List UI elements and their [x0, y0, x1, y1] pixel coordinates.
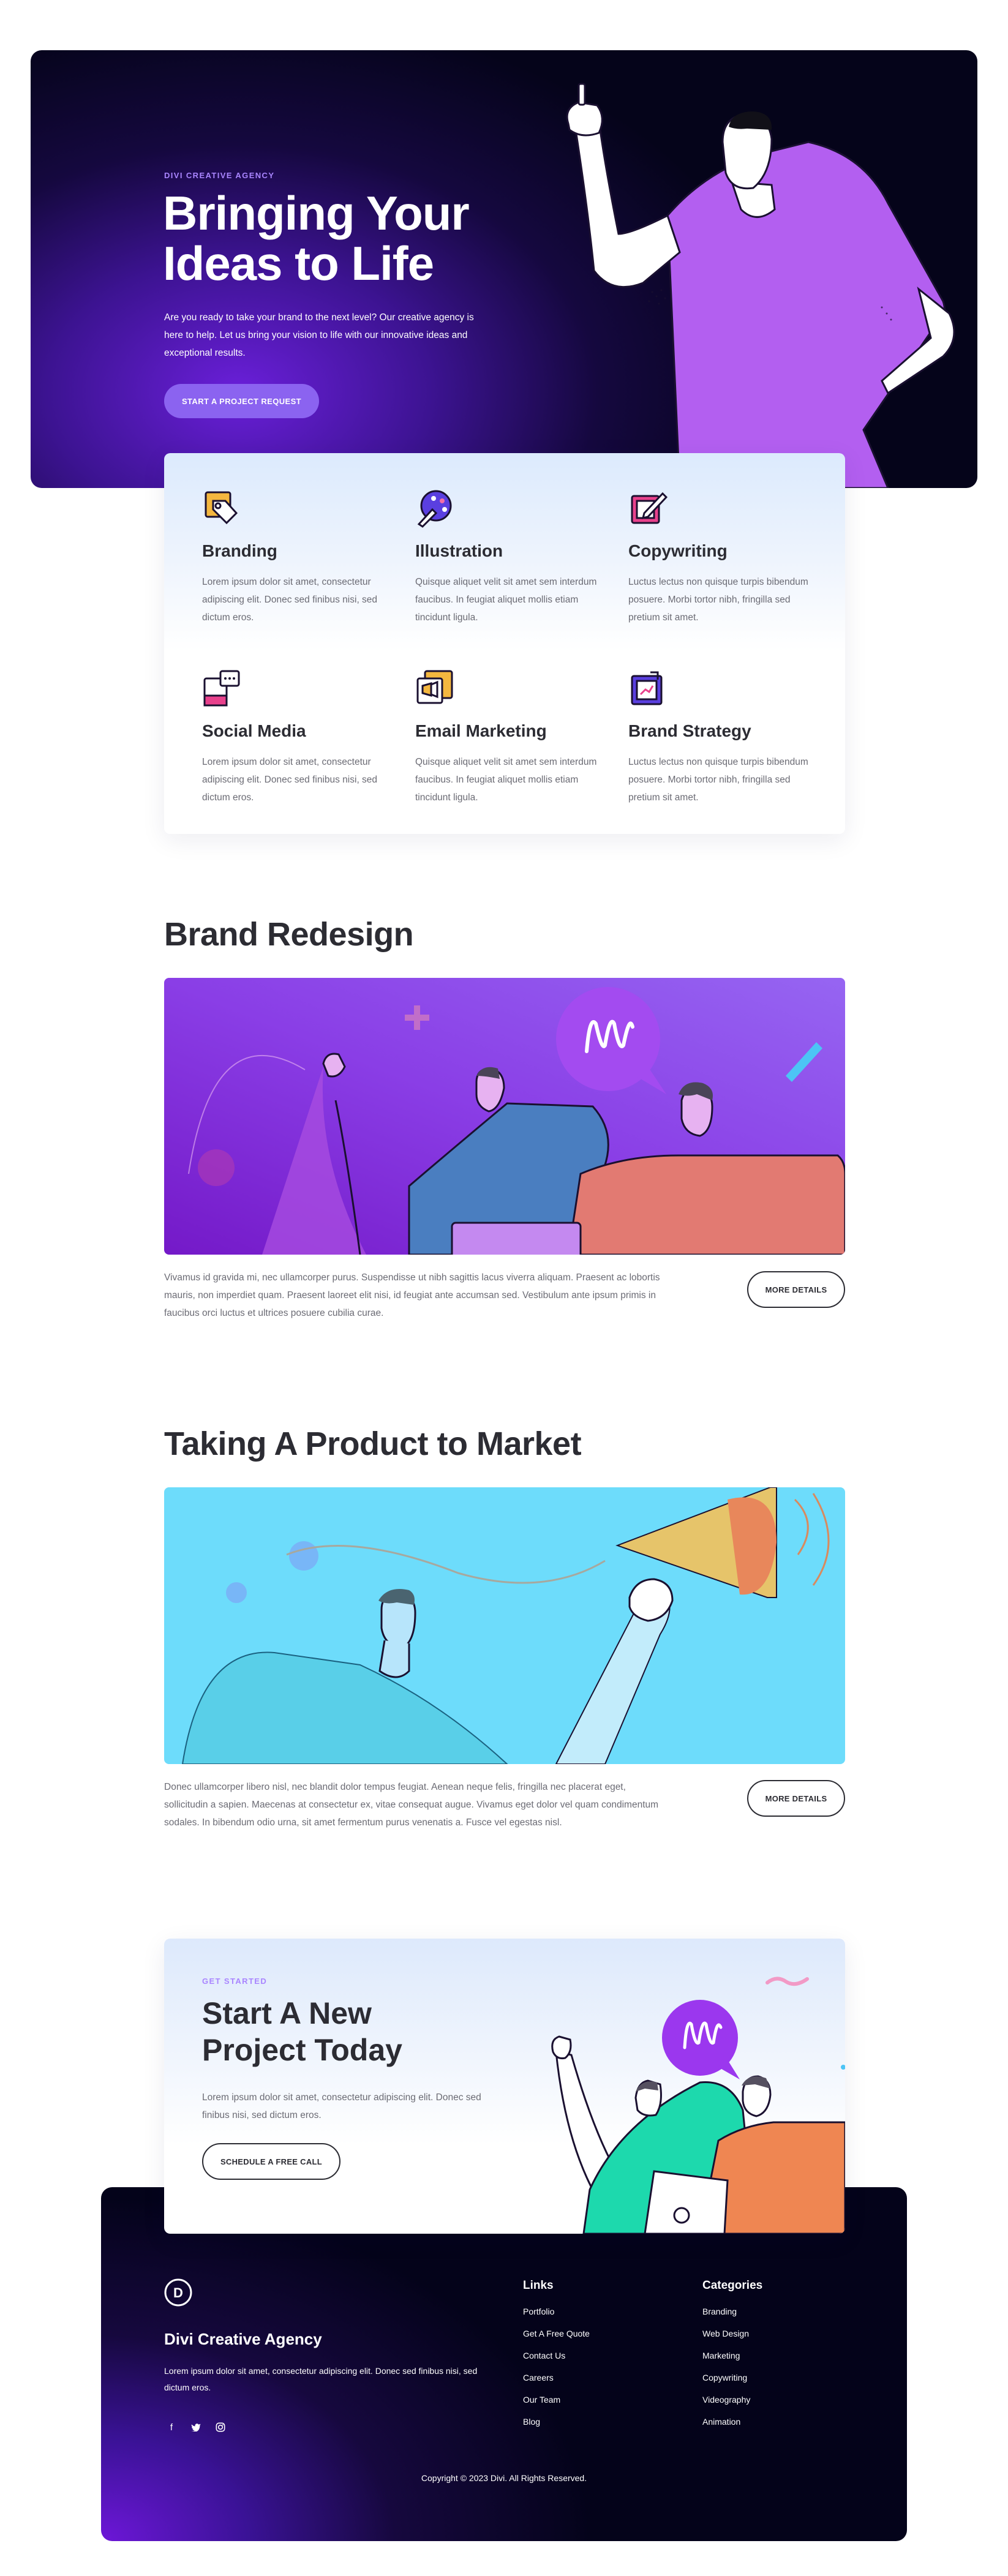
hero-text: Are you ready to take your brand to the … [164, 312, 474, 358]
cta-illustration [551, 1977, 845, 2234]
cta-title: Start A New Project Today [202, 1996, 402, 2067]
instagram-icon[interactable] [211, 2418, 230, 2436]
service-title: Social Media [202, 721, 306, 740]
service-title: Brand Strategy [628, 721, 751, 740]
product-market-image [164, 1487, 845, 1764]
edit-icon [631, 492, 668, 524]
service-brand-strategy: Brand Strategy Luctus lectus non quisque… [628, 669, 824, 806]
service-title: Illustration [415, 541, 503, 560]
copyright-text: Copyright © 2023 Divi. All Rights Reserv… [421, 2473, 587, 2483]
schedule-call-button[interactable]: SCHEDULE A FREE CALL [202, 2143, 340, 2180]
svg-text:D: D [173, 2285, 183, 2300]
service-title: Email Marketing [415, 721, 547, 740]
facebook-icon[interactable]: f [162, 2418, 181, 2436]
branding-icon [205, 491, 238, 525]
footer-category-copywriting[interactable]: Copywriting [702, 2373, 747, 2383]
service-desc: Quisque aliquet velit sit amet sem inter… [415, 577, 597, 623]
footer-link-blog[interactable]: Blog [523, 2417, 540, 2427]
strategy-icon [631, 671, 663, 705]
footer-category-videography[interactable]: Videography [702, 2395, 750, 2405]
services-card: Branding Lorem ipsum dolor sit amet, con… [164, 453, 845, 834]
hero-eyebrow: DIVI CREATIVE AGENCY [164, 171, 275, 180]
service-desc: Luctus lectus non quisque turpis bibendu… [628, 757, 808, 803]
service-branding: Branding Lorem ipsum dolor sit amet, con… [202, 489, 398, 626]
service-copywriting: Copywriting Luctus lectus non quisque tu… [628, 489, 824, 626]
cta-text: Lorem ipsum dolor sit amet, consectetur … [202, 2092, 481, 2120]
twitter-icon[interactable] [187, 2418, 205, 2436]
footer-category-branding[interactable]: Branding [702, 2307, 737, 2316]
footer-link-contact[interactable]: Contact Us [523, 2351, 565, 2360]
hero-section: DIVI CREATIVE AGENCY Bringing Your Ideas… [31, 50, 977, 488]
brand-redesign-image [164, 978, 845, 1255]
service-desc: Lorem ipsum dolor sit amet, consectetur … [202, 757, 378, 803]
start-project-button[interactable]: START A PROJECT REQUEST [164, 384, 319, 418]
project-description: Donec ullamcorper libero nisl, nec bland… [164, 1782, 659, 1828]
footer-description: Lorem ipsum dolor sit amet, consectetur … [164, 2366, 478, 2392]
service-desc: Quisque aliquet velit sit amet sem inter… [415, 757, 597, 803]
social-media-icon [203, 670, 240, 707]
service-desc: Luctus lectus non quisque turpis bibendu… [628, 577, 808, 623]
footer-category-animation[interactable]: Animation [702, 2417, 740, 2427]
footer-links-title: Links [523, 2279, 554, 2292]
palette-icon [417, 490, 452, 528]
service-title: Branding [202, 541, 277, 560]
service-social-media: Social Media Lorem ipsum dolor sit amet,… [202, 669, 398, 806]
divi-logo-icon: D [164, 2278, 192, 2307]
footer-categories-title: Categories [702, 2279, 763, 2292]
project-description: Vivamus id gravida mi, nec ullamcorper p… [164, 1272, 660, 1318]
project-title: Taking A Product to Market [164, 1425, 582, 1462]
footer-brand-name: Divi Creative Agency [164, 2330, 322, 2348]
footer-link-portfolio[interactable]: Portfolio [523, 2307, 554, 2316]
cta-card: GET STARTED Start A New Project Today Lo… [164, 1939, 845, 2234]
more-details-button[interactable]: MORE DETAILS [747, 1271, 845, 1308]
service-title: Copywriting [628, 541, 728, 560]
hero-illustration [566, 83, 955, 488]
footer-link-free-quote[interactable]: Get A Free Quote [523, 2329, 590, 2338]
service-illustration: Illustration Quisque aliquet velit sit a… [415, 489, 611, 626]
service-email-marketing: Email Marketing Quisque aliquet velit si… [415, 669, 611, 806]
footer-category-web-design[interactable]: Web Design [702, 2329, 749, 2338]
hero-title: Bringing Your Ideas to Life [163, 186, 470, 290]
footer-category-marketing[interactable]: Marketing [702, 2351, 740, 2360]
cta-eyebrow: GET STARTED [202, 1977, 268, 1986]
service-desc: Lorem ipsum dolor sit amet, consectetur … [202, 577, 378, 623]
email-marketing-icon [416, 670, 453, 704]
footer-link-team[interactable]: Our Team [523, 2395, 560, 2405]
project-title: Brand Redesign [164, 916, 414, 953]
footer: D Divi Creative Agency Lorem ipsum dolor… [101, 2187, 907, 2541]
more-details-button[interactable]: MORE DETAILS [747, 1780, 845, 1817]
footer-link-careers[interactable]: Careers [523, 2373, 554, 2383]
